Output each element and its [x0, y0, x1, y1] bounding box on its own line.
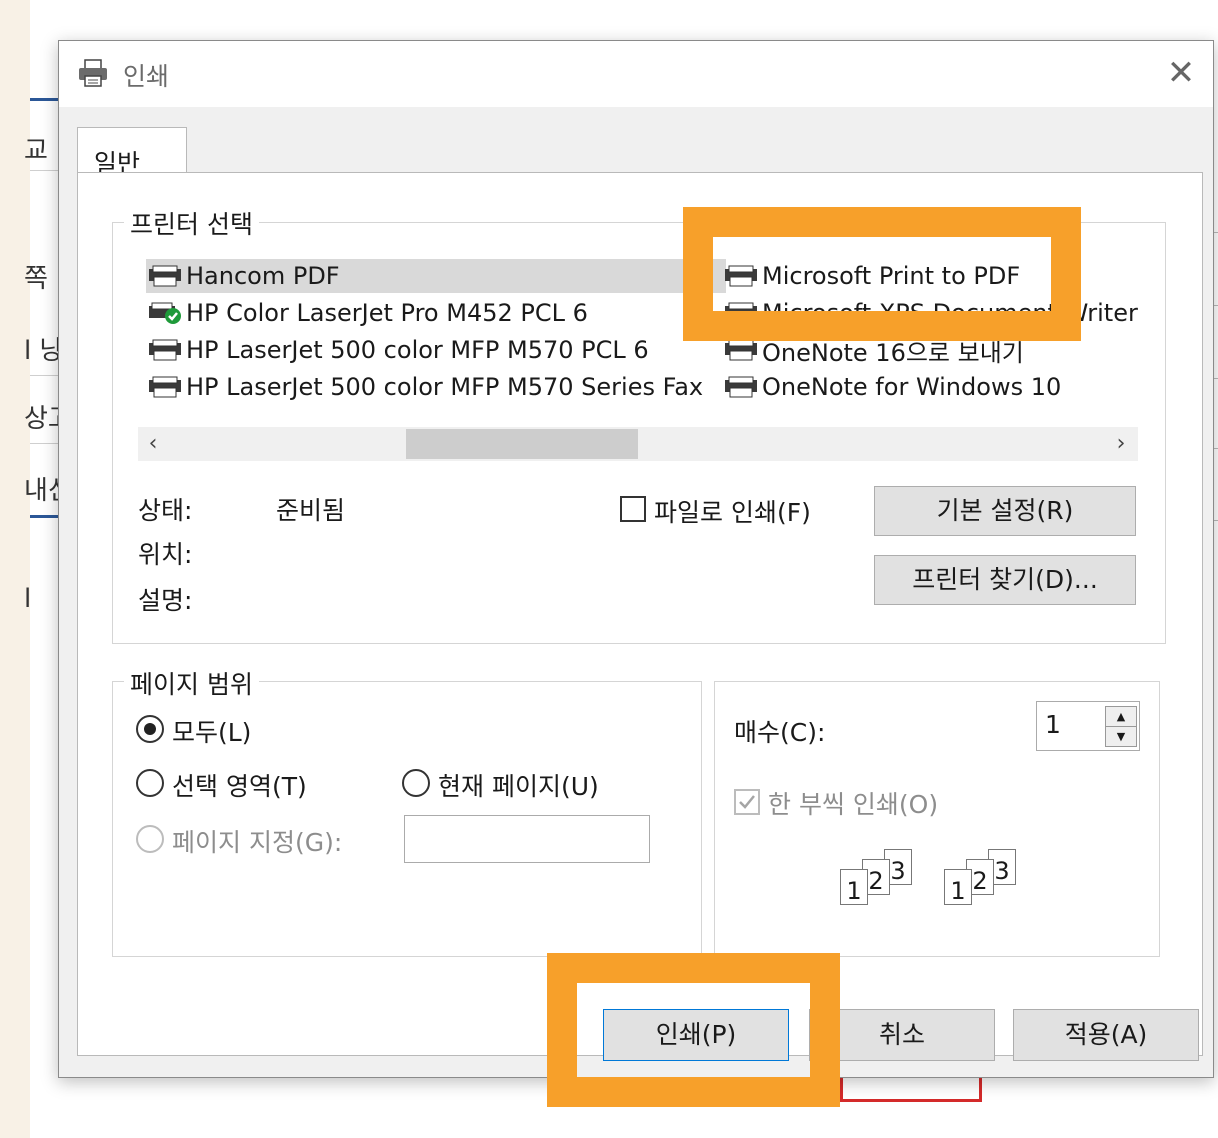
status-label: 상태:	[138, 496, 193, 525]
background-rule	[30, 515, 60, 518]
scroll-right-icon[interactable]: ›	[1106, 427, 1136, 461]
collate-page: 1	[840, 869, 868, 905]
page-range-radio[interactable]	[136, 825, 164, 853]
printer-icon	[148, 376, 182, 398]
printer-list-scrollbar[interactable]: ‹ ›	[138, 427, 1138, 461]
page-range-label: 페이지 지정(G):	[172, 828, 343, 857]
status-value: 준비됨	[276, 496, 346, 525]
find-printer-button[interactable]: 프린터 찾기(D)...	[874, 555, 1136, 605]
printer-item-onenote-win10[interactable]: OneNote for Windows 10	[722, 370, 1061, 404]
scrollbar-thumb[interactable]	[406, 429, 638, 459]
printer-select-legend: 프린터 선택	[124, 205, 259, 241]
close-icon[interactable]: ✕	[1159, 51, 1203, 95]
spin-up-icon[interactable]: ▲	[1105, 706, 1137, 727]
background-text: l	[24, 584, 32, 614]
background-text: 쪽	[24, 264, 48, 294]
printer-icon	[724, 339, 758, 361]
highlight-box	[683, 207, 1081, 341]
background-text: 교	[24, 136, 48, 166]
collate-checkbox[interactable]	[734, 789, 760, 815]
current-page-radio[interactable]	[402, 769, 430, 797]
copies-stepper[interactable]: 1 ▲ ▼	[1036, 701, 1140, 751]
preferences-button[interactable]: 기본 설정(R)	[874, 486, 1136, 536]
apply-button[interactable]: 적용(A)	[1013, 1009, 1199, 1061]
print-to-file-label: 파일로 인쇄(F)	[654, 498, 811, 527]
collate-illustration: 3 2 1	[934, 849, 1034, 929]
printer-item-hancom-pdf[interactable]: Hancom PDF	[146, 259, 726, 293]
background-divider	[30, 375, 60, 376]
print-dialog: 인쇄 ✕ 일반 프린터 선택 Hancom PDF HP Color Laser…	[58, 40, 1214, 1078]
selection-label: 선택 영역(T)	[172, 772, 307, 801]
all-pages-radio[interactable]	[136, 715, 164, 743]
title-bar: 인쇄 ✕	[59, 41, 1213, 107]
copies-value: 1	[1045, 710, 1061, 739]
print-to-file-checkbox[interactable]	[620, 496, 646, 522]
printer-item-hp-color-m452[interactable]: HP Color LaserJet Pro M452 PCL 6	[146, 296, 588, 330]
collate-label: 한 부씩 인쇄(O)	[768, 790, 939, 819]
copies-label: 매수(C):	[734, 718, 826, 747]
all-pages-label: 모두(L)	[172, 718, 252, 747]
printer-name: OneNote for Windows 10	[762, 373, 1062, 401]
highlight-box	[547, 953, 840, 1107]
location-label: 위치:	[138, 540, 193, 569]
printer-name: HP LaserJet 500 color MFP M570 Series Fa…	[186, 373, 704, 401]
tab-general[interactable]: 일반	[77, 127, 187, 178]
background-divider	[30, 170, 60, 171]
current-page-label: 현재 페이지(U)	[438, 772, 599, 801]
printer-icon	[148, 339, 182, 361]
printer-item-hp-m570-fax[interactable]: HP LaserJet 500 color MFP M570 Series Fa…	[146, 370, 703, 404]
page-range-input[interactable]	[404, 815, 650, 863]
collate-page: 1	[944, 869, 972, 905]
dialog-title: 인쇄	[123, 62, 170, 91]
tab-strip: 일반	[59, 107, 1213, 178]
scroll-left-icon[interactable]: ‹	[138, 427, 168, 461]
background-red-stamp	[840, 1076, 982, 1102]
selection-radio[interactable]	[136, 769, 164, 797]
collate-illustration: 3 2 1	[830, 849, 930, 929]
printer-icon	[724, 376, 758, 398]
printer-name: HP LaserJet 500 color MFP M570 PCL 6	[186, 336, 649, 364]
checkmark-icon	[739, 795, 755, 809]
spin-down-icon[interactable]: ▼	[1105, 726, 1137, 747]
printer-name: Hancom PDF	[186, 262, 340, 290]
printer-icon	[79, 59, 107, 87]
comment-label: 설명:	[138, 586, 193, 615]
default-printer-icon	[148, 302, 182, 324]
background-rule	[30, 98, 60, 101]
printer-item-hp-m570-pcl6[interactable]: HP LaserJet 500 color MFP M570 PCL 6	[146, 333, 649, 367]
printer-icon	[148, 265, 182, 287]
background-divider	[30, 443, 60, 444]
page-range-legend: 페이지 범위	[124, 665, 259, 701]
printer-name: HP Color LaserJet Pro M452 PCL 6	[186, 299, 588, 327]
